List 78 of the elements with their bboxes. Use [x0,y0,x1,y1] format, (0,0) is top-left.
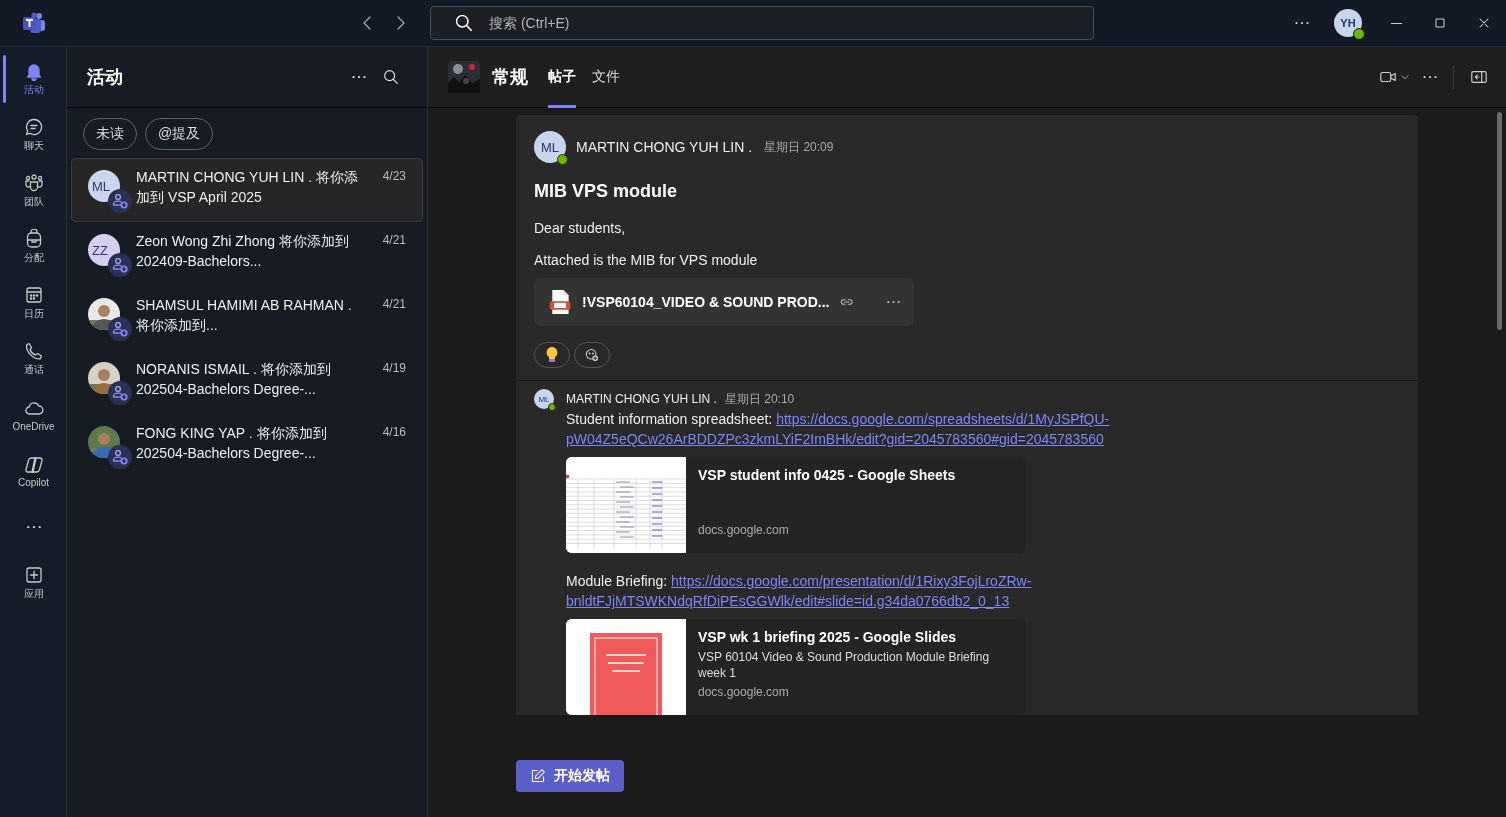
rail-button[interactable]: 活动 [0,51,67,107]
search-field[interactable]: 搜索 (Ctrl+E) [430,6,1094,40]
add-icon [23,565,44,585]
activity-date: 4/21 [382,297,406,311]
more-icon [352,75,366,79]
more-icon [887,300,900,304]
file-name: !VSP60104_VIDEO & SOUND PROD... [582,294,830,310]
file-attachment[interactable]: !VSP60104_VIDEO & SOUND PROD... [534,278,914,326]
rail-button[interactable]: Copilot [0,443,67,499]
activity-text: SHAMSUL HAMIMI AB RAHMAN . 将你添加到... [136,296,353,335]
add-reaction-icon [584,347,600,363]
lightbulb-icon [544,346,560,364]
people-add-icon [108,445,132,469]
activity-item[interactable]: ZZ Zeon Wong Zhi Zhong 将你添加到 202409-Bachelors... 4/21 [71,222,423,286]
rail-button[interactable]: 应用 [0,555,67,611]
minimize-icon [1390,22,1402,24]
teams-icon [23,173,44,193]
preview-title: VSP student info 0425 - Google Sheets [698,467,956,483]
activity-text: Zeon Wong Zhi Zhong 将你添加到 202409-Bachelors... [136,232,350,271]
rail-button[interactable]: OneDrive [0,387,67,443]
preview-domain: docs.google.com [698,523,790,539]
user-avatar[interactable]: YH [1334,9,1362,37]
copilot-icon [23,454,44,475]
preview-description: VSP 60104 Video & Sound Production Module Briefing week 1 [698,649,991,681]
activity-date: 4/23 [382,169,406,183]
activity-date: 4/21 [382,233,406,247]
activity-item[interactable]: SHAMSUL HAMIMI AB RAHMAN . 将你添加到... 4/21 [71,286,423,350]
message-text: Module Briefing: https://docs.google.com/presentation/d/1Rixy3FojLroZRw-bnldtFJjMTSWKNdqRfDiPEsGGWlk/edit#slide=id.g34da0766db2_0_13 [566,572,1033,611]
phone-icon [23,341,44,361]
activity-item[interactable]: FONG KING YAP . 将你添加到 202504-Bachelors Degree-... 4/16 [71,414,423,478]
more-icon [1295,21,1309,25]
author-name: MARTIN CHONG YUH LIN . [576,139,753,155]
activity-date: 4/16 [382,425,406,439]
message-text: Dear students, [534,220,627,236]
post-title: MIB VPS module [534,181,678,202]
presentation-file-icon [548,287,573,317]
chat-icon [23,117,44,137]
compose-icon [530,768,546,784]
app-logo[interactable] [22,12,46,34]
scrollbar[interactable] [1497,112,1502,330]
link-preview[interactable]: VSP student info 0425 - Google Sheets docs.google.com [566,457,1026,553]
author-name: MARTIN CHONG YUH LIN . [566,392,717,406]
message-text: Attached is the MIB for VPS module [534,252,759,268]
people-add-icon [108,317,132,341]
calendar-icon [23,285,44,305]
people-add-icon [108,253,132,277]
activity-text: FONG KING YAP . 将你添加到 202504-Bachelors Degree-... [136,424,328,463]
more-icon [1423,75,1437,79]
timestamp: 星期日 20:09 [764,138,834,156]
tab[interactable]: 文件 [592,46,620,108]
activity-text: NORANIS ISMAIL . 将你添加到 202504-Bachelors Degree-... [136,360,332,399]
more-icon [26,525,41,529]
activity-item[interactable]: NORANIS ISMAIL . 将你添加到 202504-Bachelors Degree-... 4/19 [71,350,423,414]
search-icon [382,68,400,86]
panel-icon [1470,68,1488,86]
timestamp: 星期日 20:10 [724,390,795,408]
activity-text: MARTIN CHONG YUH LIN . 将你添加到 VSP April 2025 [136,168,359,207]
message-text: Student information spreadsheet: https://docs.google.com/spreadsheets/d/1MyJSPfQU-pW04Z5eQCw26ArBDDZPc3zkmLYiF2ImBHk/edit?gid=2045783560#gid=2045783560 [566,410,1111,449]
tab[interactable]: 帖子 [548,46,576,108]
rail-button[interactable]: 聊天 [0,107,67,163]
rail-button[interactable]: 通话 [0,331,67,387]
activity-date: 4/19 [382,361,406,375]
pane-title: 活动 [87,66,124,89]
preview-title: VSP wk 1 briefing 2025 - Google Slides [698,629,958,645]
preview-domain: docs.google.com [698,685,790,701]
rail-button[interactable]: 日历 [0,275,67,331]
new-post-button[interactable]: 开始发帖 [516,760,624,792]
link-preview[interactable]: VSP wk 1 briefing 2025 - Google Slides VSP 60104 Video & Sound Production Module Briefing week 1 docs.google.com [566,619,1026,715]
people-add-icon [108,381,132,405]
avatar: ML [534,389,554,409]
channel-name: 常规 [492,66,528,89]
activity-item[interactable]: ML MARTIN CHONG YUH LIN . 将你添加到 VSP April 2025 4/23 [71,158,423,222]
avatar: ML [534,131,566,163]
rail-button[interactable]: 分配 [0,219,67,275]
people-add-icon [108,189,132,213]
search-icon [456,15,472,31]
maximize-icon [1432,15,1448,31]
rail-button[interactable]: 团队 [0,163,67,219]
